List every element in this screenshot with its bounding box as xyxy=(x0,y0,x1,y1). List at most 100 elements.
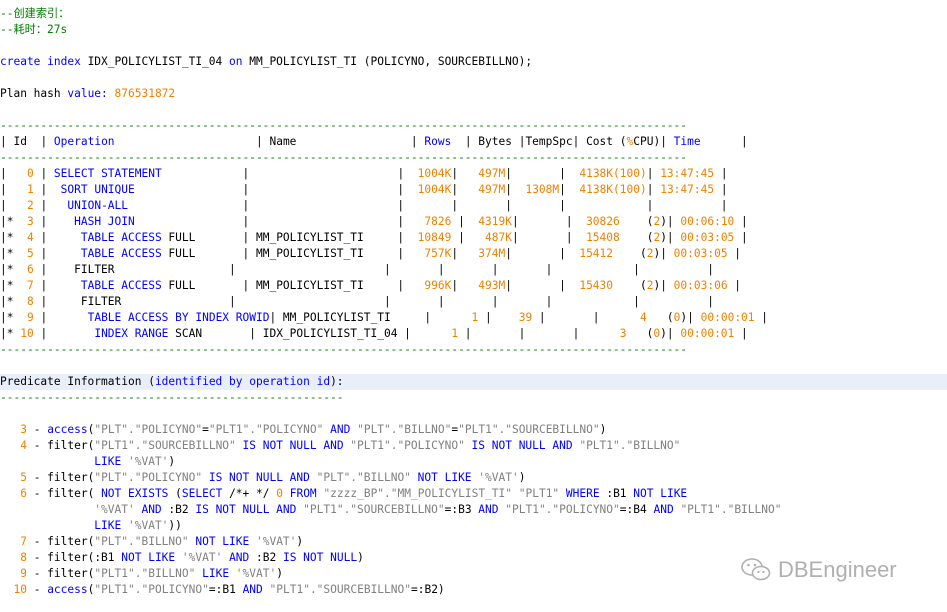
plan-separator: ----------------------------------------… xyxy=(0,343,688,356)
code-token: '%VAT' xyxy=(128,519,169,532)
plan-row: | 1 | SORT UNIQUE | | 1004K| 497M| 1308M… xyxy=(0,182,728,198)
code-token: | xyxy=(0,199,27,212)
table-clause: MM_POLICYLIST_TI (POLICYNO, SOURCEBILLNO… xyxy=(242,55,533,68)
predicate-line: 8 - filter(:B1 NOT LIKE '%VAT' AND :B2 I… xyxy=(0,550,364,566)
code-token: NOT LIKE xyxy=(633,487,688,500)
code-token: CPU) xyxy=(633,135,661,148)
code-token: Id xyxy=(13,135,27,148)
code-token: HASH JOIN xyxy=(74,215,135,228)
code-token: |* xyxy=(0,247,21,260)
code-token: | xyxy=(33,279,81,292)
watermark: DBEngineer xyxy=(740,555,897,585)
code-token: =:B2) xyxy=(410,583,445,596)
code-token: ( xyxy=(619,231,654,244)
code-token: AND xyxy=(222,551,250,564)
code-token: | xyxy=(451,215,479,228)
code-token: "PLT1"."BILLNO" xyxy=(680,503,782,516)
code-token: LIKE xyxy=(195,567,236,580)
code-token: 2 xyxy=(26,199,34,212)
comment-create-index: --创建索引： xyxy=(0,7,70,20)
code-token: 10 xyxy=(13,583,27,596)
code-token: | xyxy=(559,183,580,196)
code-token: 5 xyxy=(20,247,34,260)
code-token: | xyxy=(296,135,425,148)
code-token: AND xyxy=(478,503,499,516)
predicate-line: LIKE '%VAT')) xyxy=(0,518,182,534)
plan-row: |* 10 | INDEX RANGE SCAN | IDX_POLICYLIS… xyxy=(0,326,748,342)
code-token: | | xyxy=(532,311,640,324)
code-token: | | | xyxy=(458,327,620,340)
code-token: AND xyxy=(134,503,162,516)
code-token: AND xyxy=(323,423,358,436)
code-token: |* xyxy=(0,327,21,340)
predicate-line: 6 - filter( NOT EXISTS (SELECT /*+ */ 0 … xyxy=(0,486,687,502)
code-token: IS NOT NULL xyxy=(282,551,358,564)
code-token: | | xyxy=(505,247,580,260)
code-token: | xyxy=(700,135,748,148)
code-token: NOT LIKE xyxy=(410,471,479,484)
code-token: "PLT1"."POLICYNO" xyxy=(208,423,324,436)
code-token: Predicate Information xyxy=(0,375,149,388)
code-token: | | | | | | | xyxy=(128,199,728,212)
code-token: | MM_POLICYLIST_TI | xyxy=(269,311,472,324)
code-token: | | xyxy=(511,231,587,244)
code-token: ) xyxy=(276,567,283,580)
code-token: ) xyxy=(296,535,304,548)
code-token: :B2 xyxy=(161,503,196,516)
code-token: | xyxy=(714,183,728,196)
code-token: | xyxy=(33,247,81,260)
code-token: LIKE xyxy=(94,455,122,468)
code-token: | xyxy=(33,199,68,212)
code-token: |* xyxy=(0,279,21,292)
code-token: |* xyxy=(0,295,21,308)
code-token: 00:06:10 xyxy=(680,215,735,228)
code-token: 374M xyxy=(478,247,506,260)
code-token: 9 xyxy=(20,567,27,580)
code-token: '%VAT' xyxy=(255,535,297,548)
code-token: | xyxy=(754,311,769,324)
code-token: )| xyxy=(660,327,681,340)
code-token: 1004K xyxy=(417,167,452,180)
code-token: 497M xyxy=(478,183,506,196)
code-token: 1 xyxy=(26,183,34,196)
code-token: )) xyxy=(168,519,182,532)
code-token: )| xyxy=(660,215,681,228)
code-token: ( xyxy=(168,487,182,500)
code-token: 487K xyxy=(485,231,512,244)
code-token: Time xyxy=(673,135,701,148)
code-token: 39 xyxy=(518,311,533,324)
code-token: |* xyxy=(0,263,21,276)
predicate-line: 9 - filter("PLT1"."BILLNO" LIKE '%VAT') xyxy=(0,566,283,582)
code-token: identified by operation id xyxy=(154,375,331,388)
plan-row: | 2 | UNION-ALL | | | | | | | xyxy=(0,198,727,214)
code-token: "PLT"."BILLNO" xyxy=(94,535,189,548)
code-token: 7 xyxy=(20,279,34,292)
code-token: ) xyxy=(599,423,607,436)
code-token: Rows xyxy=(424,135,452,148)
predicate-title: Predicate Information (identified by ope… xyxy=(0,374,344,390)
code-token: 0 xyxy=(276,487,283,500)
code-token: | FILTER | | | | | | | xyxy=(33,295,714,308)
code-token: | xyxy=(451,231,486,244)
code-token: "PLT1"."POLICYNO" xyxy=(505,503,620,516)
code-token: 00:03:06 xyxy=(673,279,728,292)
code-token: LIKE xyxy=(94,519,122,532)
code-token: 3 xyxy=(20,215,34,228)
code-token: ( xyxy=(613,247,647,260)
code-token: 4319K xyxy=(478,215,512,228)
code-token: UNION-ALL xyxy=(67,199,129,212)
code-token: "PLT1"."BILLNO" xyxy=(94,567,196,580)
code-token: =:B1 xyxy=(208,583,243,596)
code-token: 497M xyxy=(478,167,506,180)
code-token: 13:47:45 xyxy=(660,167,715,180)
code-token: IS NOT NULL AND xyxy=(235,439,351,452)
code-token: access xyxy=(47,423,88,436)
code-token: |* xyxy=(0,231,21,244)
